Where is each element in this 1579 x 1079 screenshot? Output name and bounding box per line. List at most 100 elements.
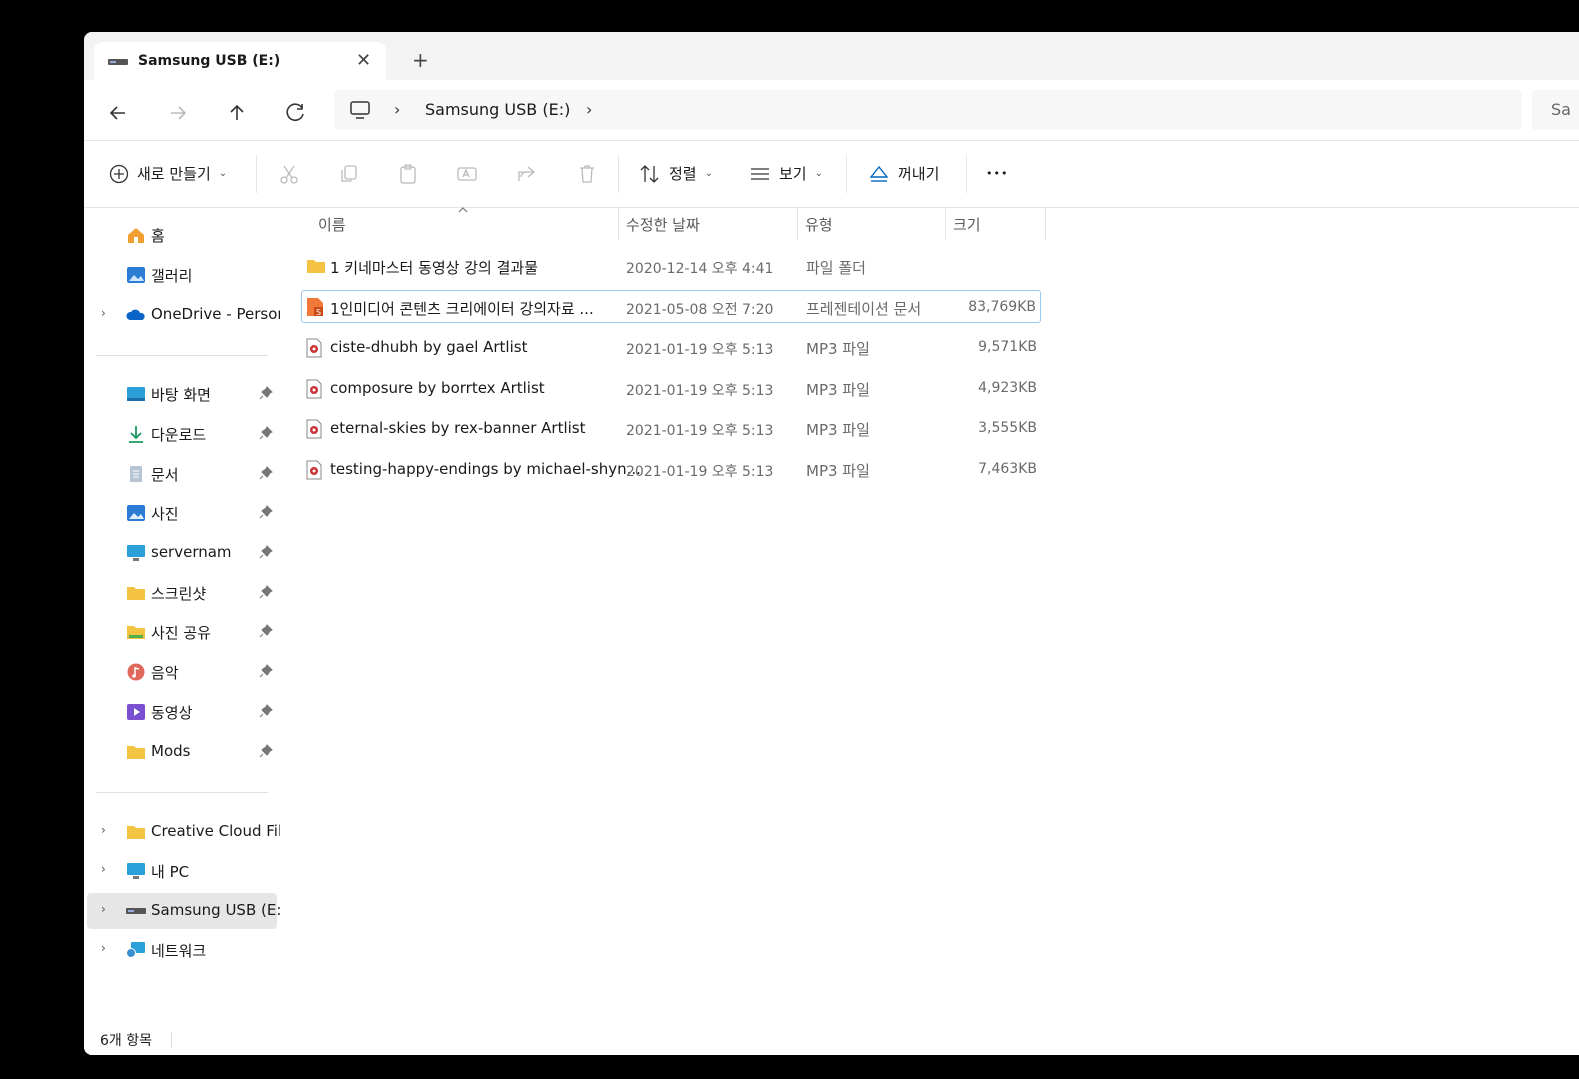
sidebar-item-this-pc[interactable]: › 내 PC [84,853,280,889]
monitor-icon [127,545,145,561]
sidebar-item-creative-cloud[interactable]: › Creative Cloud File [84,814,291,850]
file-row[interactable]: 1 키네마스터 동영상 강의 결과물 2020-12-14 오후 4:41 파일… [301,250,1041,283]
pin-icon[interactable] [259,585,273,599]
pin-icon[interactable] [259,545,273,559]
sort-button[interactable]: 정렬 ⌄ [639,163,713,184]
file-row[interactable]: testing-happy-endings by michael-shyn...… [301,453,1041,486]
chevron-right-icon[interactable]: › [101,941,106,955]
chevron-right-icon[interactable]: › [101,306,106,320]
sidebar-item-screenshots[interactable]: 스크린샷 [84,575,280,611]
view-label: 보기 [779,165,807,183]
breadcrumb-chevron-icon[interactable]: › [394,100,400,119]
paste-icon[interactable] [397,163,419,185]
more-options-icon[interactable]: ••• [986,167,1008,180]
forward-icon[interactable] [165,100,191,126]
sidebar-item-onedrive[interactable]: › OneDrive - Person [84,297,287,333]
video-icon [127,704,145,720]
sidebar-item-label: 바탕 화면 [151,386,211,404]
copy-icon[interactable] [338,163,360,185]
sidebar-item-gallery[interactable]: 갤러리 [84,257,280,293]
gallery-icon [127,267,145,283]
sidebar-item-network[interactable]: › 네트워크 [84,932,280,968]
breadcrumb-chevron-icon[interactable]: › [586,100,592,119]
svg-text:S: S [316,308,321,317]
document-icon [130,466,142,482]
audio-file-icon [306,379,322,399]
breadcrumb-location[interactable]: Samsung USB (E:) [425,100,570,119]
pin-icon[interactable] [259,466,273,480]
delete-icon[interactable] [576,163,598,185]
sidebar-item-label: 네트워크 [151,942,207,960]
sidebar-item-music[interactable]: 음악 [84,654,280,690]
sidebar-item-label: Mods [151,742,191,760]
toolbar-divider [966,155,967,193]
column-header-date[interactable]: 수정한 날짜 [618,208,796,240]
view-button[interactable]: 보기 ⌄ [749,163,823,184]
pin-icon[interactable] [259,624,273,638]
chevron-right-icon[interactable]: › [101,862,106,876]
rename-icon[interactable] [456,163,478,185]
music-icon [127,663,145,681]
column-divider[interactable] [1045,208,1046,240]
view-list-icon [751,167,769,180]
search-box[interactable]: Sa [1532,90,1579,130]
sidebar-item-desktop[interactable]: 바탕 화면 [84,376,280,412]
file-row[interactable]: composure by borrtex Artlist 2021-01-19 … [301,372,1041,405]
back-icon[interactable] [105,100,131,126]
file-name: 1 키네마스터 동영상 강의 결과물 [330,259,539,277]
sidebar-item-videos[interactable]: 동영상 [84,694,280,730]
file-name: eternal-skies by rex-banner Artlist [330,419,586,437]
search-placeholder: Sa [1551,100,1571,119]
pin-icon[interactable] [259,664,273,678]
sidebar-item-home[interactable]: 홈 [84,217,280,253]
file-row[interactable]: S 1인미디어 콘텐츠 크리에이터 강의자료 ... 2021-05-08 오전… [301,290,1041,323]
sidebar-item-mods[interactable]: Mods [84,734,280,770]
pin-icon[interactable] [259,744,273,758]
sidebar-item-pictures[interactable]: 사진 [84,495,280,531]
eject-button[interactable]: 꺼내기 [868,163,939,184]
column-header-name[interactable]: 이름 [310,207,616,240]
download-icon [129,426,143,443]
file-size: 83,769KB [968,299,1036,315]
sidebar-item-label: 내 PC [151,863,190,881]
sort-label: 정렬 [669,165,697,183]
pin-icon[interactable] [259,505,273,519]
chevron-right-icon[interactable]: › [101,823,106,837]
file-size: 7,463KB [978,461,1037,477]
cut-icon[interactable] [278,163,300,185]
address-bar[interactable]: › Samsung USB (E:) › [334,90,1522,130]
folder-icon [127,587,145,600]
up-icon[interactable] [224,100,250,126]
status-divider [171,1032,172,1048]
new-button[interactable]: 새로 만들기 ⌄ [109,163,227,184]
shared-folder-icon [127,626,145,639]
file-list-pane: 이름 수정한 날짜 유형 크기 1 키네마스터 동영상 강의 결과물 2020-… [280,207,1579,1024]
share-icon[interactable] [516,163,538,185]
network-icon [126,942,145,958]
file-type: MP3 파일 [806,462,870,480]
new-tab-button[interactable]: + [412,50,429,70]
sidebar-item-servernam[interactable]: servernam [84,535,280,571]
folder-icon [307,260,325,273]
refresh-icon[interactable] [283,100,309,126]
sidebar-item-documents[interactable]: 문서 [84,456,280,492]
sidebar-item-shared-photos[interactable]: 사진 공유 [84,614,280,650]
sidebar-item-label: 다운로드 [151,426,207,444]
column-header-size[interactable]: 크기 [945,208,1045,240]
tab-title: Samsung USB (E:) [138,53,281,69]
close-tab-icon[interactable]: ✕ [356,50,371,71]
chevron-right-icon[interactable]: › [101,902,106,916]
column-header-type[interactable]: 유형 [797,208,945,240]
sort-icon [640,164,659,183]
sidebar-item-samsung-usb[interactable]: › Samsung USB (E:) [87,893,287,929]
column-header-label: 유형 [805,216,833,234]
pin-icon[interactable] [259,426,273,440]
file-row[interactable]: ciste-dhubh by gael Artlist 2021-01-19 오… [301,331,1041,364]
tab-samsung-usb[interactable]: Samsung USB (E:) ✕ [94,42,386,82]
sidebar-item-downloads[interactable]: 다운로드 [84,416,280,452]
file-row[interactable]: eternal-skies by rex-banner Artlist 2021… [301,412,1041,445]
pin-icon[interactable] [259,386,273,400]
file-type: 프레젠테이션 문서 [806,300,922,318]
drive-icon [108,59,128,65]
pin-icon[interactable] [259,704,273,718]
